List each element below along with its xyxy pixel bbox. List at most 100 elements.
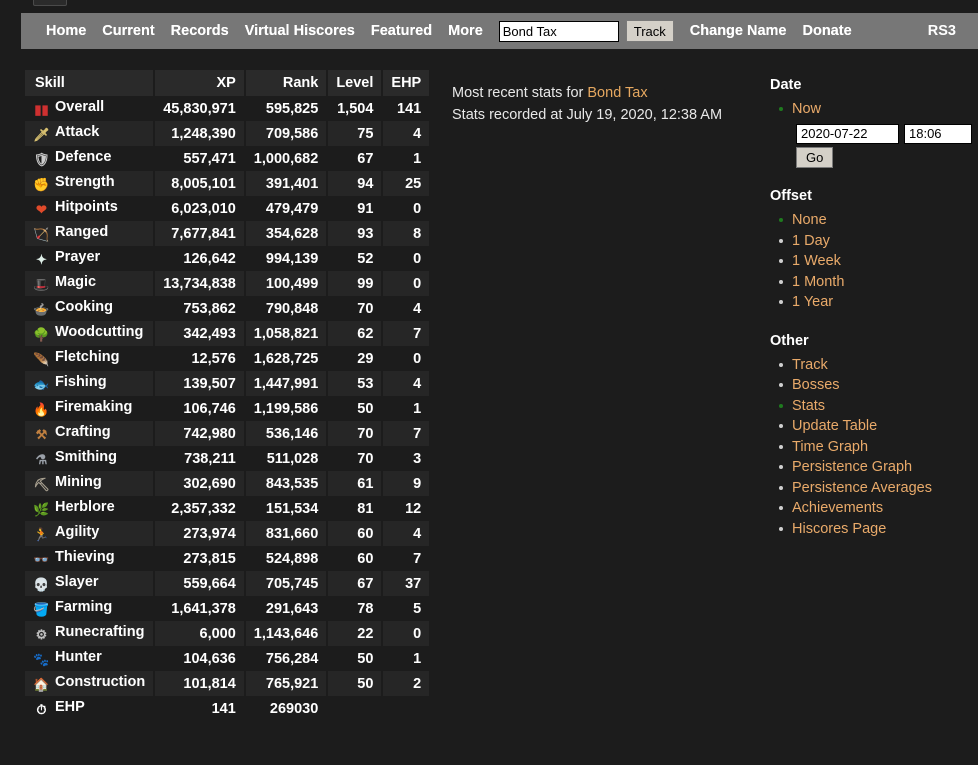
- other-item[interactable]: Persistence Averages: [779, 478, 970, 499]
- table-row[interactable]: 🪣 Farming 1,641,378 291,643 78 5: [25, 596, 430, 621]
- offset-label[interactable]: 1 Year: [792, 294, 833, 310]
- game-mode-rs3[interactable]: RS3: [928, 23, 956, 39]
- table-row[interactable]: ▮▮ Overall 45,830,971 595,825 1,504 141: [25, 96, 430, 121]
- table-row[interactable]: 🏃 Agility 273,974 831,660 60 4: [25, 521, 430, 546]
- skills-table: Skill XP Rank Level EHP ▮▮ Overall 45,830,…: [25, 70, 430, 721]
- skill-level-cell: 50: [327, 646, 384, 671]
- skill-name-cell: 🏠 Construction: [25, 671, 156, 696]
- other-item[interactable]: Persistence Graph: [779, 457, 970, 478]
- other-item[interactable]: Hiscores Page: [779, 519, 970, 540]
- skill-label: EHP: [55, 699, 85, 715]
- other-item[interactable]: Update Table: [779, 416, 970, 437]
- nav-more[interactable]: More: [448, 23, 483, 39]
- table-row[interactable]: 🏹 Ranged 7,677,841 354,628 93 8: [25, 221, 430, 246]
- table-row[interactable]: ⚙ Runecrafting 6,000 1,143,646 22 0: [25, 621, 430, 646]
- other-label[interactable]: Achievements: [792, 500, 883, 516]
- table-row[interactable]: 🐟 Fishing 139,507 1,447,991 53 4: [25, 371, 430, 396]
- offset-item[interactable]: 1 Day: [779, 231, 970, 252]
- table-row[interactable]: ❤ Hitpoints 6,023,010 479,479 91 0: [25, 196, 430, 221]
- other-item[interactable]: Track: [779, 355, 970, 376]
- other-label[interactable]: Hiscores Page: [792, 521, 886, 537]
- table-row[interactable]: 👓 Thieving 273,815 524,898 60 7: [25, 546, 430, 571]
- nav-featured[interactable]: Featured: [371, 23, 432, 39]
- skill-xp-cell: 139,507: [154, 371, 246, 396]
- table-row[interactable]: 🗡 Attack 1,248,390 709,586 75 4: [25, 121, 430, 146]
- table-row[interactable]: ⛏ Mining 302,690 843,535 61 9: [25, 471, 430, 496]
- header-rank[interactable]: Rank: [244, 70, 329, 96]
- nav-donate[interactable]: Donate: [803, 23, 852, 39]
- skill-xp-cell: 106,746: [154, 396, 246, 421]
- skill-ehp-cell: 0: [382, 246, 430, 271]
- header-xp[interactable]: XP: [154, 70, 246, 96]
- offset-item[interactable]: None: [779, 210, 970, 231]
- skill-rank-cell: 1,447,991: [244, 371, 329, 396]
- nav-change-name[interactable]: Change Name: [690, 23, 787, 39]
- nav-virtual-hiscores[interactable]: Virtual Hiscores: [245, 23, 355, 39]
- table-row[interactable]: ⏱ EHP 141 269030: [25, 696, 430, 721]
- firemaking-icon: 🔥: [33, 402, 50, 417]
- other-item[interactable]: Time Graph: [779, 437, 970, 458]
- table-row[interactable]: 🛡 Defence 557,471 1,000,682 67 1: [25, 146, 430, 171]
- smithing-icon: ⚗: [35, 452, 48, 467]
- other-label[interactable]: Update Table: [792, 418, 877, 434]
- other-label[interactable]: Persistence Averages: [792, 480, 932, 496]
- offset-item[interactable]: 1 Week: [779, 251, 970, 272]
- date-now-label[interactable]: Now: [792, 101, 821, 117]
- date-heading: Date: [770, 77, 802, 93]
- track-button[interactable]: Track: [625, 20, 674, 42]
- nav-current[interactable]: Current: [102, 23, 154, 39]
- offset-label[interactable]: 1 Week: [792, 253, 841, 269]
- fishing-icon: 🐟: [33, 377, 50, 392]
- nav-home[interactable]: Home: [46, 23, 86, 39]
- ranged-icon: 🏹: [33, 227, 50, 242]
- table-row[interactable]: 🎩 Magic 13,734,838 100,499 99 0: [25, 271, 430, 296]
- offset-label[interactable]: 1 Day: [792, 233, 830, 249]
- skill-ehp-cell: 1: [382, 646, 430, 671]
- offset-item[interactable]: 1 Month: [779, 272, 970, 293]
- table-row[interactable]: ✦ Prayer 126,642 994,139 52 0: [25, 246, 430, 271]
- nav-records[interactable]: Records: [171, 23, 229, 39]
- skill-name-cell: 👓 Thieving: [25, 546, 156, 571]
- date-input[interactable]: [796, 123, 899, 144]
- recent-stats-info: Most recent stats for Bond Tax Stats rec…: [452, 82, 722, 126]
- skill-xp-cell: 273,974: [154, 521, 246, 546]
- time-input[interactable]: [904, 123, 972, 144]
- skill-label: Cooking: [55, 299, 113, 315]
- table-row[interactable]: ⚗ Smithing 738,211 511,028 70 3: [25, 446, 430, 471]
- other-label[interactable]: Persistence Graph: [792, 459, 912, 475]
- table-row[interactable]: ✊ Strength 8,005,101 391,401 94 25: [25, 171, 430, 196]
- player-search-input[interactable]: [498, 20, 619, 42]
- table-row[interactable]: 🌿 Herblore 2,357,332 151,534 81 12: [25, 496, 430, 521]
- table-row[interactable]: 🔥 Firemaking 106,746 1,199,586 50 1: [25, 396, 430, 421]
- other-label[interactable]: Bosses: [792, 377, 840, 393]
- table-row[interactable]: 🏠 Construction 101,814 765,921 50 2: [25, 671, 430, 696]
- other-label[interactable]: Time Graph: [792, 439, 868, 455]
- other-item[interactable]: Bosses: [779, 375, 970, 396]
- table-row[interactable]: 🪶 Fletching 12,576 1,628,725 29 0: [25, 346, 430, 371]
- skill-xp-cell: 7,677,841: [154, 221, 246, 246]
- skill-rank-cell: 756,284: [244, 646, 329, 671]
- other-item[interactable]: Stats: [779, 396, 970, 417]
- table-row[interactable]: 🍲 Cooking 753,862 790,848 70 4: [25, 296, 430, 321]
- offset-item[interactable]: 1 Year: [779, 292, 970, 313]
- crafting-icon: ⚒: [35, 427, 48, 442]
- right-sidebar: Date Now Go Offset None 1 Day 1 Week 1 Mont…: [770, 77, 972, 559]
- other-label[interactable]: Track: [792, 357, 828, 373]
- table-body: ▮▮ Overall 45,830,971 595,825 1,504 141 🗡 Attac…: [25, 96, 430, 721]
- other-item[interactable]: Achievements: [779, 498, 970, 519]
- skill-name-cell: ❤ Hitpoints: [25, 196, 156, 221]
- skill-level-cell: 52: [327, 246, 384, 271]
- table-row[interactable]: 💀 Slayer 559,664 705,745 67 37: [25, 571, 430, 596]
- offset-label[interactable]: 1 Month: [792, 274, 844, 290]
- go-button[interactable]: Go: [796, 146, 834, 168]
- header-level[interactable]: Level: [327, 70, 384, 96]
- table-row[interactable]: 🌳 Woodcutting 342,493 1,058,821 62 7: [25, 321, 430, 346]
- skill-name-cell: 🐾 Hunter: [25, 646, 156, 671]
- other-label[interactable]: Stats: [792, 398, 825, 414]
- table-row[interactable]: 🐾 Hunter 104,636 756,284 50 1: [25, 646, 430, 671]
- date-now-item[interactable]: Now Go: [779, 99, 972, 168]
- table-row[interactable]: ⚒ Crafting 742,980 536,146 70 7: [25, 421, 430, 446]
- offset-label[interactable]: None: [792, 212, 827, 228]
- header-ehp[interactable]: EHP: [382, 70, 430, 96]
- header-skill[interactable]: Skill: [25, 70, 156, 96]
